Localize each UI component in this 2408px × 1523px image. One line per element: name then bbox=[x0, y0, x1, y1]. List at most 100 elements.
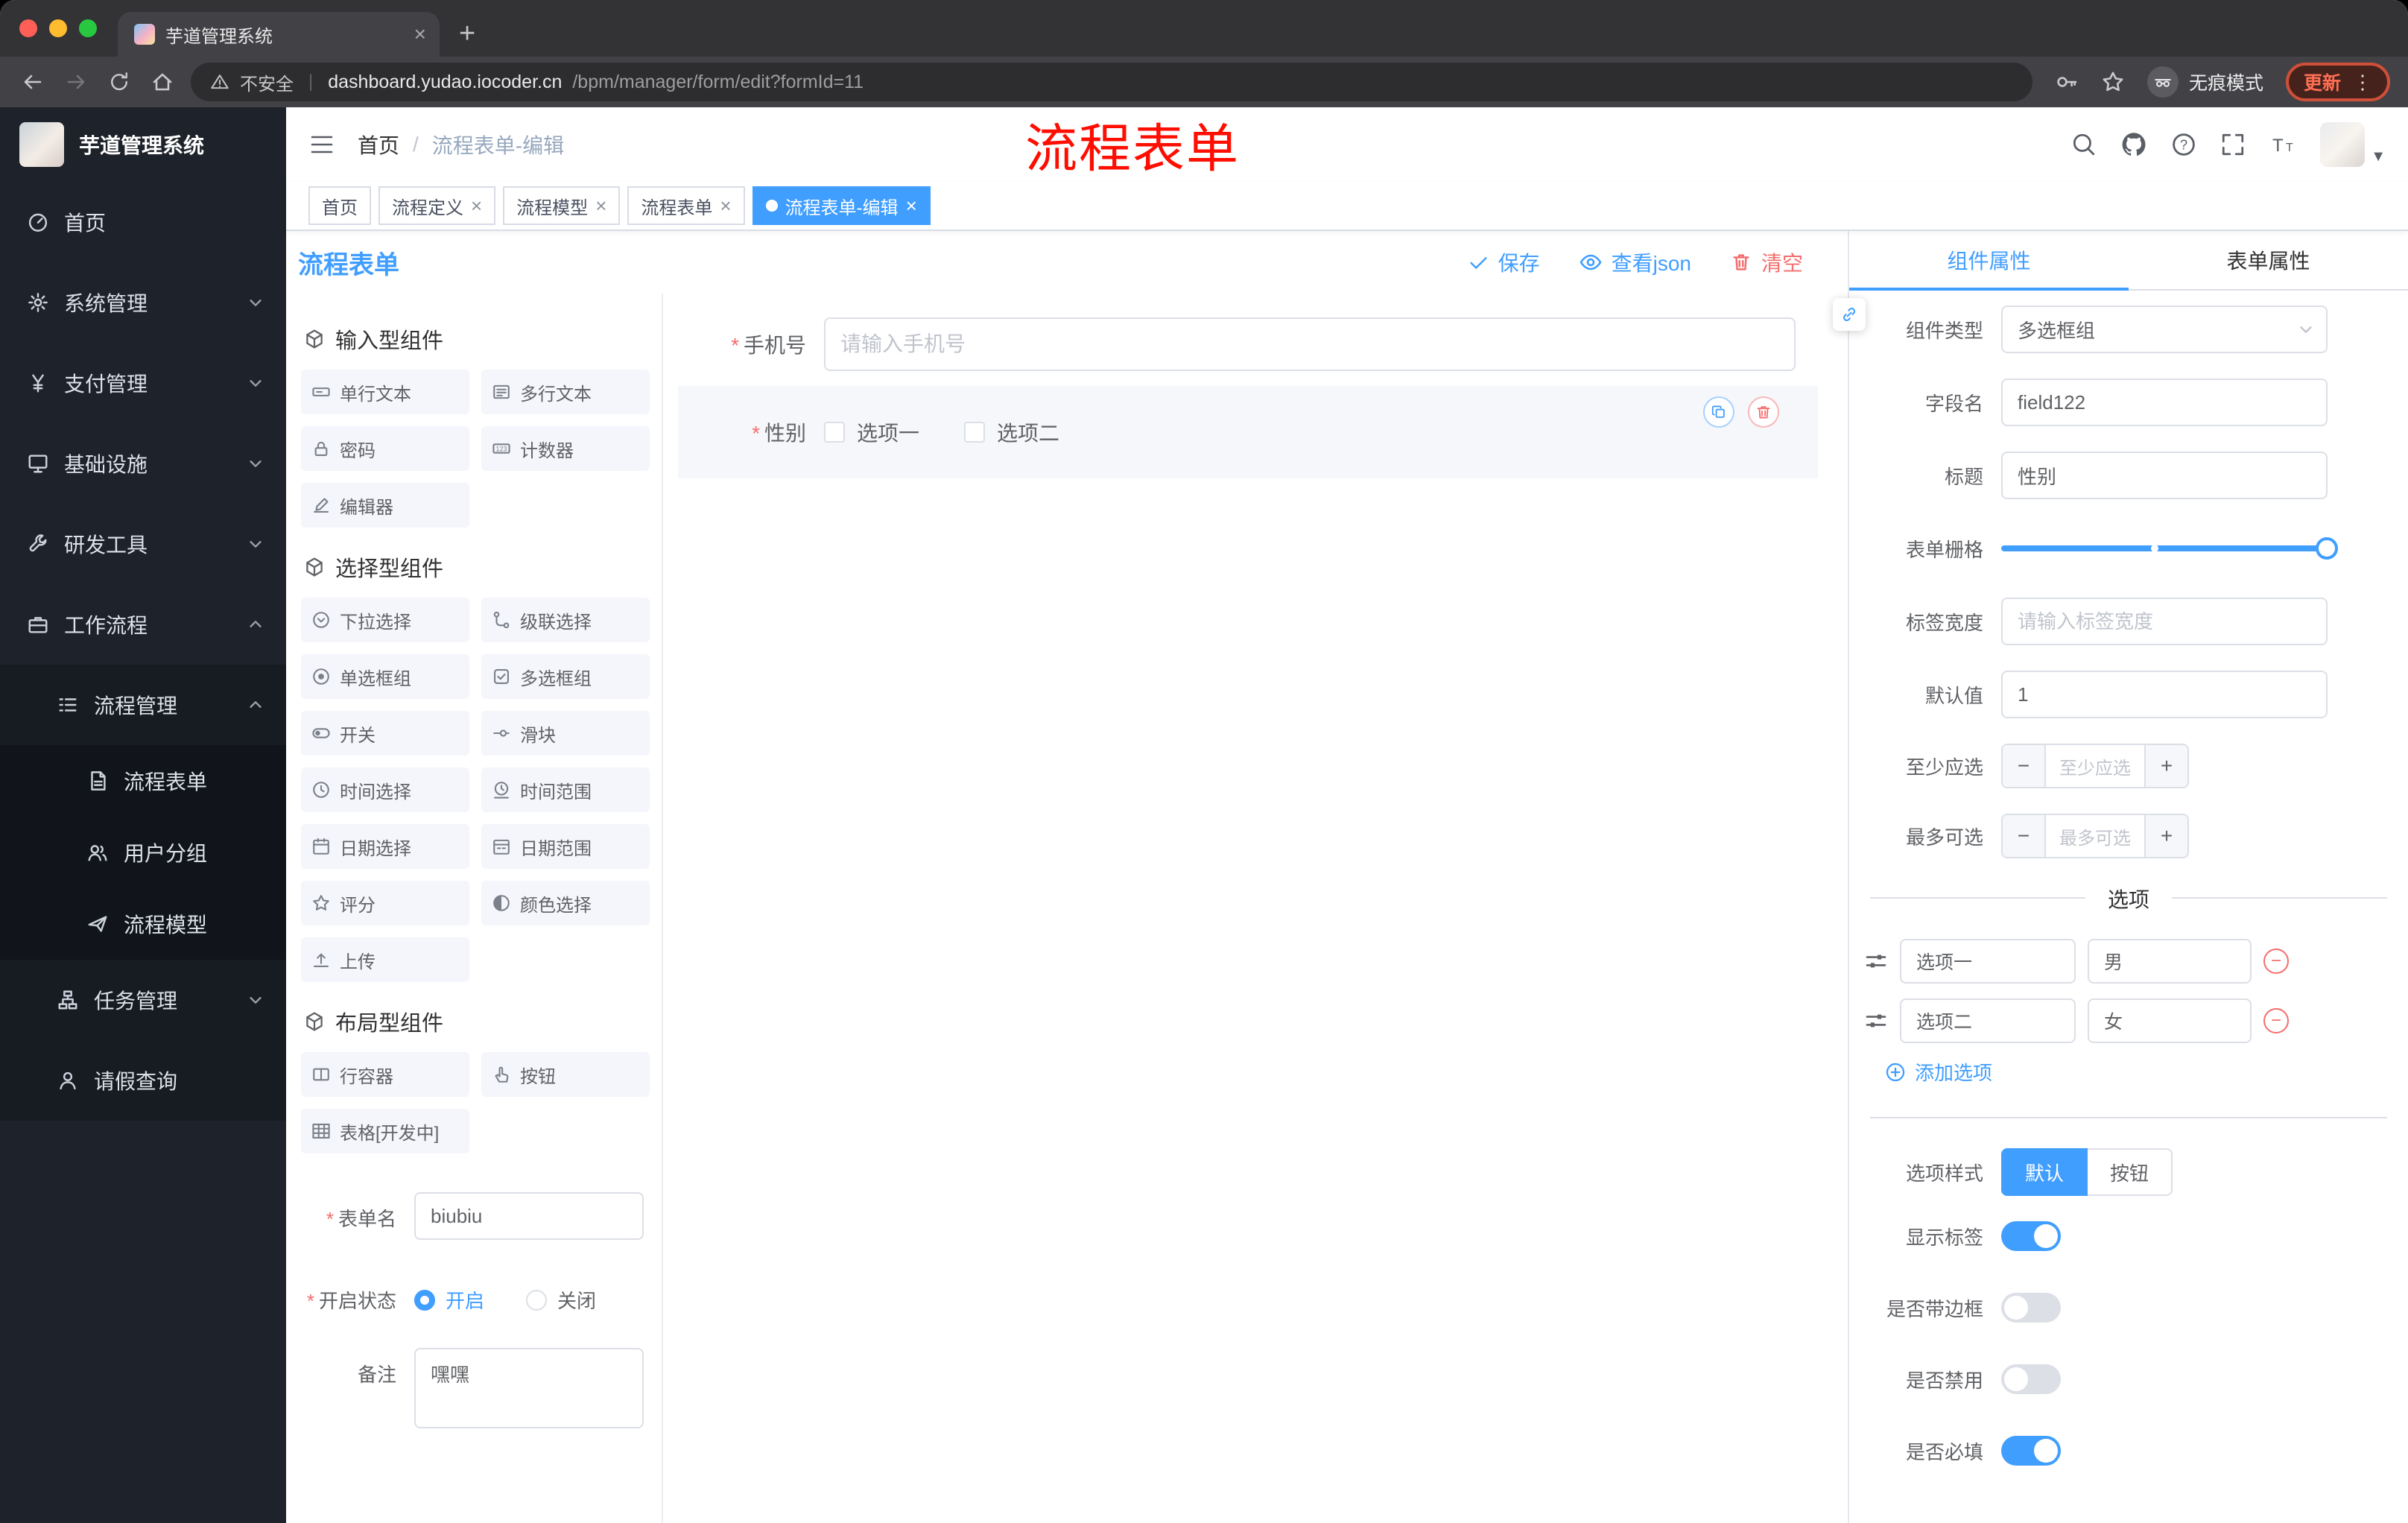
tab-component-props[interactable]: 组件属性 bbox=[1849, 231, 2129, 291]
palette-item-row-container[interactable]: 行容器 bbox=[301, 1052, 469, 1097]
form-remark-textarea[interactable]: 嘿嘿 bbox=[414, 1348, 644, 1428]
field-name-input[interactable] bbox=[2001, 379, 2328, 426]
clear-button[interactable]: 清空 bbox=[1730, 247, 1803, 277]
zoom-window-button[interactable] bbox=[79, 19, 97, 37]
sidebar-item-user-group[interactable]: 用户分组 bbox=[0, 817, 286, 888]
gender-option-1-checkbox[interactable]: 选项一 bbox=[824, 417, 919, 447]
tag-home[interactable]: 首页 bbox=[308, 186, 371, 225]
browser-update-button[interactable]: 更新 ⋮ bbox=[2285, 63, 2390, 101]
palette-item-password[interactable]: 密码 bbox=[301, 426, 469, 471]
tag-process-form[interactable]: 流程表单 × bbox=[627, 186, 745, 225]
browser-menu-icon[interactable]: ⋮ bbox=[2353, 72, 2372, 92]
style-button-button[interactable]: 按钮 bbox=[2088, 1148, 2173, 1196]
decrease-button[interactable]: − bbox=[2003, 815, 2046, 857]
reload-button[interactable] bbox=[104, 71, 134, 93]
sidebar-item-process-model[interactable]: 流程模型 bbox=[0, 888, 286, 960]
link-button[interactable] bbox=[1833, 298, 1866, 331]
tag-close-icon[interactable]: × bbox=[720, 196, 731, 215]
minimize-window-button[interactable] bbox=[49, 19, 67, 37]
drag-handle-icon[interactable] bbox=[1864, 1009, 1888, 1033]
palette-item-slider[interactable]: 滑块 bbox=[481, 711, 650, 756]
palette-item-color-picker[interactable]: 颜色选择 bbox=[481, 881, 650, 925]
search-button[interactable] bbox=[2071, 132, 2097, 157]
palette-item-date-range[interactable]: 日期范围 bbox=[481, 824, 650, 869]
option-name-input[interactable] bbox=[1900, 939, 2076, 984]
font-size-button[interactable]: TT bbox=[2269, 132, 2296, 157]
sidebar-item-task-mgmt[interactable]: 任务管理 bbox=[0, 960, 286, 1040]
canvas-selected-component[interactable]: 性别 选项一 选项二 bbox=[678, 386, 1818, 478]
sidebar-item-leave-query[interactable]: 请假查询 bbox=[0, 1040, 286, 1121]
min-select-value[interactable]: 至少应选 bbox=[2046, 745, 2144, 787]
sidebar-item-system-mgmt[interactable]: 系统管理 bbox=[0, 262, 286, 343]
add-option-button[interactable]: 添加选项 bbox=[1885, 1058, 2408, 1086]
default-value-input[interactable] bbox=[2001, 671, 2328, 718]
palette-item-multi-line-text[interactable]: 多行文本 bbox=[481, 370, 650, 414]
palette-item-cascader[interactable]: 级联选择 bbox=[481, 598, 650, 642]
help-button[interactable]: ? bbox=[2171, 132, 2196, 157]
back-button[interactable] bbox=[18, 70, 48, 94]
breadcrumb-home[interactable]: 首页 bbox=[358, 130, 399, 159]
palette-item-time-range[interactable]: 时间范围 bbox=[481, 767, 650, 812]
address-bar[interactable]: 不安全 | dashboard.yudao.iocoder.cn/bpm/man… bbox=[191, 63, 2032, 101]
palette-item-upload[interactable]: 上传 bbox=[301, 937, 469, 982]
palette-item-button[interactable]: 按钮 bbox=[481, 1052, 650, 1097]
component-type-select[interactable] bbox=[2001, 305, 2328, 353]
palette-item-table[interactable]: 表格[开发中] bbox=[301, 1109, 469, 1153]
tag-close-icon[interactable]: × bbox=[471, 196, 482, 215]
tag-process-model[interactable]: 流程模型 × bbox=[503, 186, 621, 225]
palette-item-date-picker[interactable]: 日期选择 bbox=[301, 824, 469, 869]
form-name-input[interactable] bbox=[414, 1192, 644, 1240]
status-on-radio[interactable]: 开启 bbox=[414, 1286, 484, 1314]
save-button[interactable]: 保存 bbox=[1467, 247, 1540, 277]
max-select-value[interactable]: 最多可选 bbox=[2046, 815, 2144, 857]
close-window-button[interactable] bbox=[19, 19, 37, 37]
user-menu[interactable]: ▼ bbox=[2320, 122, 2386, 167]
copy-component-button[interactable] bbox=[1703, 396, 1734, 428]
tag-process-definition[interactable]: 流程定义 × bbox=[378, 186, 496, 225]
option-value-input[interactable] bbox=[2088, 998, 2252, 1043]
slider-handle[interactable] bbox=[2316, 537, 2338, 560]
phone-input[interactable] bbox=[824, 317, 1796, 371]
tab-close-icon[interactable]: × bbox=[414, 24, 426, 45]
sidebar-item-infrastructure[interactable]: 基础设施 bbox=[0, 423, 286, 504]
required-switch[interactable] bbox=[2001, 1436, 2061, 1466]
remove-option-button[interactable]: − bbox=[2263, 1008, 2289, 1033]
label-width-input[interactable] bbox=[2001, 598, 2328, 645]
increase-button[interactable]: + bbox=[2144, 745, 2187, 787]
gender-option-2-checkbox[interactable]: 选项二 bbox=[964, 417, 1059, 447]
tag-close-icon[interactable]: × bbox=[906, 196, 917, 215]
tag-process-form-edit[interactable]: 流程表单-编辑 × bbox=[752, 186, 931, 225]
avatar[interactable] bbox=[2320, 122, 2366, 167]
palette-item-radio-group[interactable]: 单选框组 bbox=[301, 654, 469, 699]
bookmark-star-button[interactable] bbox=[2101, 70, 2125, 94]
view-json-button[interactable]: 查看json bbox=[1579, 247, 1691, 277]
style-default-button[interactable]: 默认 bbox=[2001, 1148, 2088, 1196]
decrease-button[interactable]: − bbox=[2003, 745, 2046, 787]
password-key-button[interactable] bbox=[2055, 70, 2079, 94]
status-off-radio[interactable]: 关闭 bbox=[526, 1286, 596, 1314]
palette-item-counter[interactable]: 123 计数器 bbox=[481, 426, 650, 471]
sidebar-item-dev-tools[interactable]: 研发工具 bbox=[0, 504, 286, 584]
palette-item-switch[interactable]: 开关 bbox=[301, 711, 469, 756]
fullscreen-button[interactable] bbox=[2220, 132, 2246, 157]
sidebar-item-workflow[interactable]: 工作流程 bbox=[0, 584, 286, 665]
palette-item-rate[interactable]: 评分 bbox=[301, 881, 469, 925]
remove-option-button[interactable]: − bbox=[2263, 949, 2289, 974]
slider-track[interactable] bbox=[2001, 537, 2338, 560]
increase-button[interactable]: + bbox=[2144, 815, 2187, 857]
border-switch[interactable] bbox=[2001, 1293, 2061, 1323]
form-grid-slider[interactable] bbox=[2001, 525, 2338, 572]
new-tab-button[interactable]: + bbox=[459, 19, 475, 48]
show-label-switch[interactable] bbox=[2001, 1221, 2061, 1251]
sidebar-item-home[interactable]: 首页 bbox=[0, 182, 286, 262]
drag-handle-icon[interactable] bbox=[1864, 949, 1888, 973]
sidebar-item-process-mgmt[interactable]: 流程管理 bbox=[0, 665, 286, 745]
palette-item-checkbox-group[interactable]: 多选框组 bbox=[481, 654, 650, 699]
palette-item-editor[interactable]: 编辑器 bbox=[301, 483, 469, 528]
delete-component-button[interactable] bbox=[1748, 396, 1779, 428]
component-type-value[interactable] bbox=[2001, 305, 2328, 353]
option-name-input[interactable] bbox=[1900, 998, 2076, 1043]
option-value-input[interactable] bbox=[2088, 939, 2252, 984]
tag-close-icon[interactable]: × bbox=[595, 196, 606, 215]
canvas-field-phone[interactable]: 手机号 bbox=[678, 317, 1796, 371]
